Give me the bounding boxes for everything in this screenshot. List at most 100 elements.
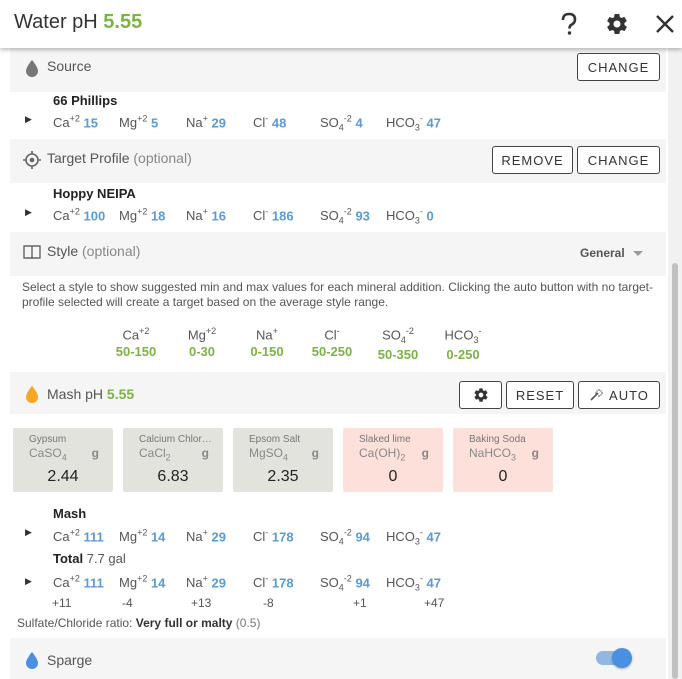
addition-amount-input[interactable]: 2.44 [13, 468, 113, 486]
water-drop-icon [22, 58, 42, 78]
ion-hco: HCO3- 47 [386, 528, 441, 547]
ion-delta: +13 [191, 596, 212, 610]
addition-card[interactable]: Calcium Chlor… CaCl2 g 6.83 [123, 428, 223, 492]
ion-value: 14 [150, 575, 166, 591]
ion-value: 94 [355, 529, 370, 545]
addition-card[interactable]: Gypsum CaSO4 g 2.44 [13, 428, 113, 492]
target-remove-button[interactable]: REMOVE [492, 146, 573, 174]
orange-drop-icon [22, 384, 42, 404]
ion-value: 14 [150, 529, 166, 545]
ion-symbol: Mg+2 [119, 207, 148, 224]
ion-na: Na+ 29 [186, 574, 226, 590]
addition-card[interactable]: Slaked lime Ca(OH)2 g 0 [343, 428, 443, 492]
expand-arrow-icon[interactable]: ▶ [25, 207, 32, 218]
ion-symbol: Mg+2 [119, 114, 148, 131]
ratio-value: (0.5) [235, 616, 261, 630]
style-target-so: SO4-2 50-350 [363, 326, 433, 362]
style-select[interactable]: General [580, 246, 644, 260]
ion-symbol: SO4-2 [320, 528, 352, 547]
addition-unit: g [91, 446, 99, 460]
target-icon [22, 150, 42, 170]
ion-delta: +47 [424, 596, 445, 610]
addition-unit: g [311, 446, 319, 460]
addition-unit: g [421, 446, 429, 460]
total-volume: 7.7 gal [86, 551, 126, 566]
close-icon[interactable] [651, 10, 679, 38]
ion-symbol: Na+ [186, 207, 208, 224]
ion-hco: HCO3- 0 [386, 207, 434, 226]
source-change-button[interactable]: CHANGE [577, 53, 660, 81]
addition-amount-input[interactable]: 6.83 [123, 468, 223, 486]
question-icon[interactable] [555, 10, 583, 38]
expand-arrow-icon[interactable]: ▶ [25, 527, 32, 538]
ion-value: 47 [426, 575, 441, 591]
ion-symbol: Na+ [186, 528, 208, 545]
ion-value: 18 [150, 208, 166, 224]
addition-formula: MgSO4 [249, 446, 289, 463]
mash-ph-label: Mash pH [47, 386, 104, 402]
addition-formula: NaHCO3 [469, 446, 517, 463]
ion-value: 178 [271, 529, 294, 545]
ion-value: 94 [355, 575, 370, 591]
ion-hco: HCO3- 47 [386, 114, 441, 133]
sparge-section-header: Sparge [10, 638, 666, 679]
style-select-value: General [580, 246, 625, 260]
ion-symbol: Cl- [253, 528, 269, 545]
target-change-button[interactable]: CHANGE [577, 146, 660, 174]
ion-symbol: SO4-2 [320, 114, 352, 133]
mash-settings-button[interactable] [459, 381, 502, 409]
book-icon [22, 242, 42, 262]
sparge-toggle[interactable] [596, 648, 632, 668]
toggle-knob[interactable] [612, 648, 632, 668]
ion-symbol: Na+ [186, 114, 208, 131]
ion-value: 178 [271, 575, 294, 591]
addition-name: Gypsum [29, 434, 67, 445]
ion-delta: +1 [353, 596, 367, 610]
ion-value: 0 [426, 208, 434, 224]
ion-value: 29 [211, 115, 226, 131]
scrollbar[interactable] [668, 48, 682, 679]
ion-value: 29 [211, 575, 226, 591]
expand-arrow-icon[interactable]: ▶ [25, 114, 32, 125]
ion-cl: Cl- 48 [253, 114, 286, 130]
target-ion-symbol: Mg+2 [187, 326, 217, 343]
addition-amount-input[interactable]: 0 [343, 468, 443, 486]
ion-cl: Cl- 178 [253, 528, 294, 544]
source-section-header: Source CHANGE [10, 48, 666, 92]
ion-symbol: SO4-2 [320, 207, 352, 226]
style-optional: (optional) [82, 243, 141, 259]
addition-card[interactable]: Baking Soda NaHCO3 g 0 [453, 428, 553, 492]
reset-button[interactable]: RESET [506, 381, 574, 409]
ion-symbol: Cl- [253, 207, 269, 224]
ion-value: 47 [426, 115, 441, 131]
addition-card[interactable]: Epsom Salt MgSO4 g 2.35 [233, 428, 333, 492]
gear-icon[interactable] [603, 10, 631, 38]
sulfate-chloride-ratio: Sulfate/Chloride ratio: Very full or mal… [17, 616, 260, 630]
target-range: 50-250 [311, 344, 353, 360]
total-label-text: Total [53, 551, 84, 566]
auto-button[interactable]: AUTO [578, 381, 660, 409]
ion-symbol: HCO3- [386, 114, 423, 133]
addition-amount-input[interactable]: 0 [453, 468, 553, 486]
style-target-mg: Mg+2 0-30 [167, 326, 237, 359]
style-description: Select a style to show suggested min and… [22, 280, 654, 309]
ion-symbol: HCO3- [386, 574, 423, 593]
addition-amount-input[interactable]: 2.35 [233, 468, 333, 486]
ion-so: SO4-2 93 [320, 207, 370, 226]
ion-value: 111 [83, 529, 104, 545]
ion-mg: Mg+2 14 [119, 528, 165, 544]
target-range: 50-150 [115, 344, 157, 360]
ion-value: 29 [211, 529, 226, 545]
ion-symbol: SO4-2 [320, 574, 352, 593]
addition-unit: g [201, 446, 209, 460]
target-ion-symbol: Cl- [324, 326, 340, 343]
ion-symbol: Ca+2 [53, 207, 80, 224]
expand-arrow-icon[interactable]: ▶ [25, 576, 32, 587]
auto-button-label: AUTO [609, 387, 649, 403]
ion-symbol: Mg+2 [119, 528, 148, 545]
ratio-label: Sulfate/Chloride ratio: [17, 616, 133, 630]
ion-symbol: Cl- [253, 574, 269, 591]
ion-ca: Ca+2 100 [53, 207, 105, 223]
scrollbar-thumb[interactable] [672, 263, 678, 679]
water-ph-value: 5.55 [103, 11, 143, 33]
